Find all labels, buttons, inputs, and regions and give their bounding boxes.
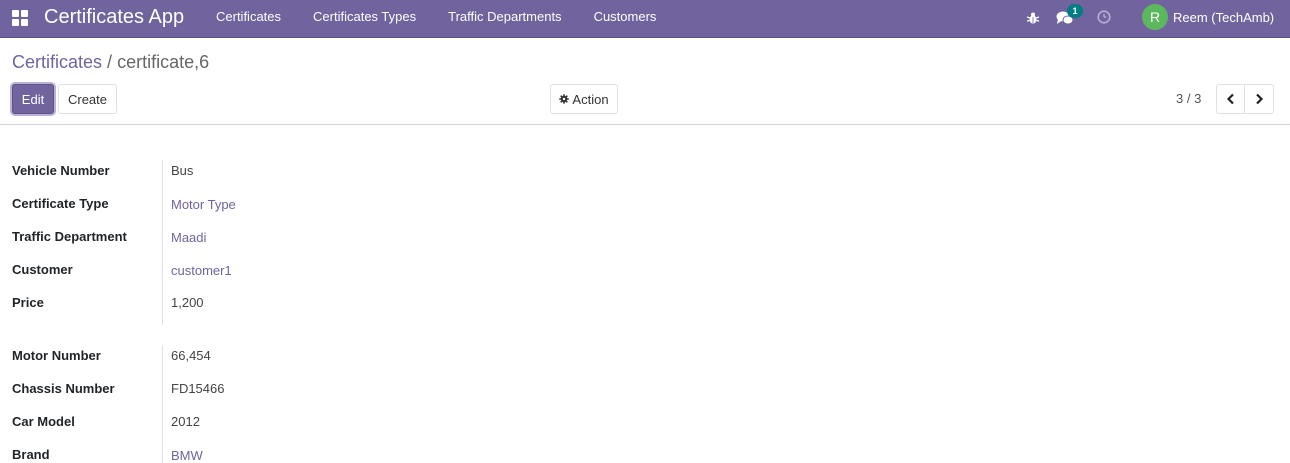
field-value-price: 1,200 [171, 295, 204, 310]
main-menu: Certificates Certificates Types Traffic … [200, 0, 672, 38]
edit-button[interactable]: Edit [12, 84, 54, 114]
menu-certificates-types[interactable]: Certificates Types [297, 0, 432, 38]
user-menu[interactable]: Reem (TechAmb) [1173, 10, 1274, 25]
field-value-motor-number: 66,454 [171, 348, 211, 363]
field-label-brand: Brand [12, 447, 50, 462]
breadcrumb-separator: / [107, 52, 113, 72]
clock-icon[interactable] [1097, 10, 1111, 24]
field-value-traffic-department[interactable]: Maadi [171, 230, 206, 245]
group-separator [162, 345, 163, 463]
field-value-brand[interactable]: BMW [171, 448, 203, 463]
pager-previous-button[interactable] [1216, 84, 1245, 114]
chevron-left-icon [1226, 93, 1234, 105]
breadcrumb-current: certificate,6 [117, 52, 210, 72]
action-button[interactable]: Action [550, 84, 618, 114]
apps-menu-icon[interactable] [12, 10, 28, 26]
field-label-price: Price [12, 295, 44, 310]
pager-value[interactable]: 3 / 3 [1176, 91, 1201, 106]
menu-customers[interactable]: Customers [578, 0, 673, 38]
bug-icon[interactable] [1026, 11, 1040, 25]
create-button[interactable]: Create [58, 84, 117, 114]
field-label-motor-number: Motor Number [12, 348, 101, 363]
chevron-right-icon [1256, 93, 1264, 105]
field-value-customer[interactable]: customer1 [171, 263, 232, 278]
menu-certificates[interactable]: Certificates [200, 0, 297, 38]
field-label-chassis-number: Chassis Number [12, 381, 115, 396]
breadcrumb-parent[interactable]: Certificates [12, 52, 102, 72]
field-label-certificate-type: Certificate Type [12, 196, 109, 211]
field-value-vehicle-number: Bus [171, 163, 194, 178]
breadcrumb: Certificates / certificate,6 [12, 52, 209, 73]
field-value-certificate-type[interactable]: Motor Type [171, 197, 236, 212]
avatar[interactable]: R [1142, 4, 1168, 30]
field-value-chassis-number: FD15466 [171, 381, 225, 396]
menu-traffic-departments[interactable]: Traffic Departments [432, 0, 577, 38]
chat-badge: 1 [1067, 4, 1083, 18]
pager-next-button[interactable] [1245, 84, 1274, 114]
top-navbar: Certificates App Certificates Certificat… [0, 0, 1290, 38]
group-separator [162, 160, 163, 325]
control-panel-divider [0, 124, 1290, 125]
field-value-car-model: 2012 [171, 414, 200, 429]
field-label-customer: Customer [12, 262, 73, 277]
gear-icon [559, 94, 570, 104]
action-label: Action [572, 91, 609, 107]
field-label-car-model: Car Model [12, 414, 75, 429]
field-label-traffic-department: Traffic Department [12, 229, 127, 244]
app-name[interactable]: Certificates App [44, 6, 184, 29]
field-label-vehicle-number: Vehicle Number [12, 163, 110, 178]
